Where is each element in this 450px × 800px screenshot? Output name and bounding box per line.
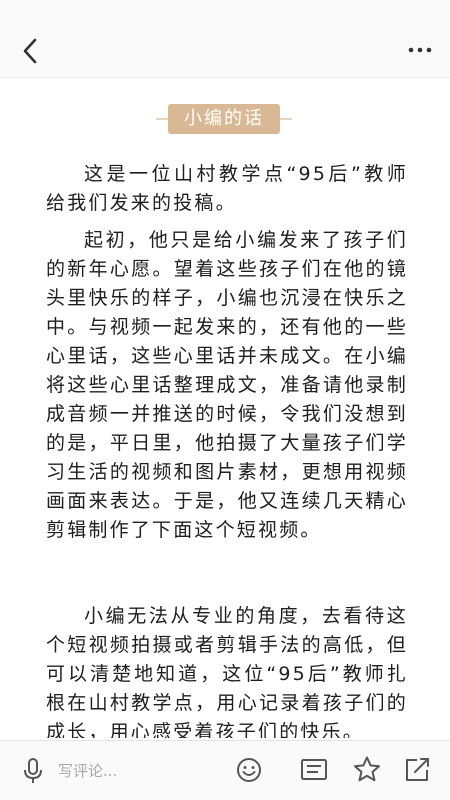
article-paragraph: 这是一位山村教学点“95后”教师给我们发来的投稿。 — [46, 163, 408, 214]
comments-icon — [301, 759, 327, 780]
star-icon — [354, 756, 380, 782]
more-horizontal-icon — [408, 47, 432, 53]
section-tag: 小编的话 — [156, 104, 292, 134]
section-tag-label: 小编的话 — [168, 104, 280, 134]
top-navigation-bar — [0, 0, 450, 78]
article-paragraph: 小编无法从专业的角度，去看待这个短视频拍摄或者剪辑手法的高低，但可以清楚地知道，… — [46, 605, 408, 738]
tag-right-decoration — [278, 118, 292, 120]
microphone-button[interactable] — [20, 757, 46, 785]
microphone-icon — [24, 758, 42, 783]
article-content: 小编的话 这是一位山村教学点“95后”教师给我们发来的投稿。 起初，他只是给小编… — [0, 78, 450, 738]
favorite-button[interactable] — [352, 755, 382, 785]
back-button[interactable] — [14, 34, 48, 68]
share-button[interactable] — [403, 756, 431, 784]
comments-button[interactable] — [300, 757, 328, 783]
chevron-left-icon — [23, 38, 37, 64]
bottom-action-bar: 写评论... — [0, 740, 450, 800]
comment-input[interactable]: 写评论... — [58, 759, 178, 783]
article-paragraph: 起初，他只是给小编发来了孩子们的新年心愿。望着这些孩子们在他的镜头里快乐的样子，… — [46, 229, 408, 541]
share-icon — [406, 758, 429, 781]
more-options-button[interactable] — [406, 40, 434, 60]
emoji-button[interactable] — [236, 757, 262, 783]
emoji-icon — [237, 758, 261, 782]
